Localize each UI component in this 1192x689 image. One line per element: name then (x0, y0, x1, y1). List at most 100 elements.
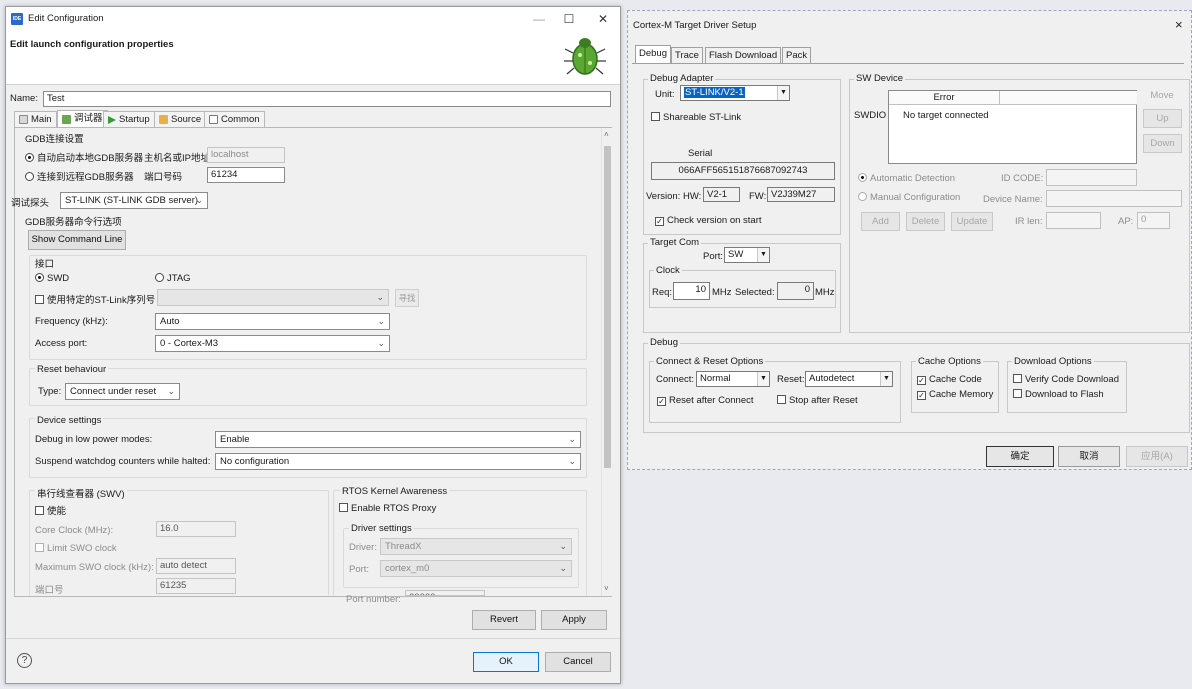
unit-select[interactable]: ST-LINK/V2-1 ▼ (680, 85, 790, 101)
rtos-proxy-checkbox[interactable]: Enable RTOS Proxy (339, 503, 436, 514)
scroll-down-icon[interactable]: ˅ (604, 584, 609, 593)
tab-label: Main (31, 113, 52, 125)
checkbox-box (35, 506, 44, 515)
frequency-select[interactable]: Auto ⌄ (155, 313, 390, 330)
left-titlebar: IDE Edit Configuration — ☐ ✕ (6, 7, 620, 31)
maximize-icon[interactable]: ☐ (554, 9, 584, 29)
watchdog-select[interactable]: No configuration ⌄ (215, 453, 581, 470)
core-clock-field[interactable]: 16.0 (156, 521, 236, 537)
max-swo-field[interactable]: auto detect (156, 558, 236, 574)
swv-port-field[interactable]: 61235 (156, 578, 236, 594)
reset-select[interactable]: Autodetect ▼ (805, 371, 893, 387)
chevron-down-icon: ▼ (757, 372, 769, 386)
scroll-thumb[interactable] (604, 146, 611, 468)
cancel-button[interactable]: Cancel (545, 652, 611, 672)
unit-value: ST-LINK/V2-1 (684, 87, 745, 98)
add-button[interactable]: Add (861, 212, 900, 231)
swv-enable-checkbox[interactable]: 使能 (35, 503, 66, 517)
cache-memory-checkbox[interactable]: ✓ Cache Memory (917, 389, 993, 400)
tab-pack[interactable]: Pack (782, 47, 812, 64)
manual-config-radio[interactable]: Manual Configuration (858, 192, 960, 203)
req-field[interactable]: 10 (673, 282, 710, 300)
stop-after-reset-checkbox[interactable]: Stop after Reset (777, 395, 858, 406)
reset-type-select[interactable]: Connect under reset ⌄ (65, 383, 180, 400)
auto-detect-radio[interactable]: Automatic Detection (858, 173, 955, 184)
col-error[interactable]: Error (889, 91, 1000, 105)
show-command-line-button[interactable]: Show Command Line (28, 230, 126, 250)
help-icon[interactable]: ? (17, 653, 32, 668)
tab-debug[interactable]: Debug (635, 45, 671, 64)
req-mhz-label: MHz (712, 287, 732, 298)
chevron-down-icon: ▼ (757, 248, 769, 262)
serial-field: 066AFF565151876687092743 (651, 162, 835, 180)
low-power-value: Enable (220, 434, 250, 445)
delete-button[interactable]: Delete (906, 212, 945, 231)
close-icon[interactable]: ✕ (588, 9, 618, 29)
probe-select[interactable]: ST-LINK (ST-LINK GDB server) ⌄ (60, 192, 208, 209)
scroll-up-icon[interactable]: ˄ (604, 130, 609, 139)
chevron-down-icon: ⌄ (195, 195, 203, 205)
driver-select[interactable]: ThreadX ⌄ (380, 538, 572, 555)
selected-mhz-label: MHz (815, 287, 835, 298)
jtag-radio[interactable]: JTAG (155, 273, 191, 284)
table-row: No target connected (903, 110, 989, 121)
auto-start-label: 自动启动本地GDB服务器 (37, 153, 144, 164)
cancel-button[interactable]: 取消 (1058, 446, 1120, 467)
close-icon[interactable]: × (1175, 17, 1183, 32)
check-version-checkbox[interactable]: ✓ Check version on start (655, 215, 762, 226)
tab-startup[interactable]: Startup (103, 111, 155, 127)
access-port-select[interactable]: 0 - Cortex-M3 ⌄ (155, 335, 390, 352)
tab-trace[interactable]: Trace (671, 47, 703, 64)
device-name-field[interactable] (1046, 190, 1182, 207)
req-label: Req: (652, 287, 673, 298)
sw-device-table[interactable]: Error No target connected (888, 90, 1137, 164)
tab-main[interactable]: Main (14, 111, 57, 127)
connect-select[interactable]: Normal ▼ (696, 371, 770, 387)
target-port-select[interactable]: SW ▼ (724, 247, 770, 263)
id-code-field[interactable] (1046, 169, 1137, 186)
common-tab-icon (209, 115, 218, 124)
port-field[interactable]: 61234 (207, 167, 285, 183)
port-number-field[interactable]: 60000 (405, 590, 485, 596)
tab-debugger[interactable]: 调试器 (57, 110, 108, 127)
verify-code-checkbox[interactable]: Verify Code Download (1013, 374, 1125, 385)
apply-button[interactable]: 应用(A) (1126, 446, 1188, 467)
low-power-select[interactable]: Enable ⌄ (215, 431, 581, 448)
update-button[interactable]: Update (951, 212, 993, 231)
ap-field[interactable]: 0 (1137, 212, 1170, 229)
auto-start-radio[interactable]: 自动启动本地GDB服务器 (25, 150, 143, 164)
down-button[interactable]: Down (1143, 134, 1182, 153)
up-button[interactable]: Up (1143, 109, 1182, 128)
download-flash-checkbox[interactable]: Download to Flash (1013, 389, 1104, 400)
ide-app-icon: IDE (11, 13, 23, 25)
ok-button[interactable]: OK (473, 652, 539, 672)
remote-radio[interactable]: 连接到远程GDB服务器 (25, 169, 134, 183)
shareable-label: Shareable ST-Link (663, 112, 742, 123)
apply-button[interactable]: Apply (541, 610, 607, 630)
tab-source[interactable]: Source (154, 111, 207, 127)
device-settings-title: Device settings (35, 415, 104, 426)
ok-button[interactable]: 确定 (986, 446, 1054, 467)
use-specific-stlink-label: 使用特定的ST-Link序列号 (47, 295, 156, 306)
swv-port-label: 端口号 (35, 585, 64, 596)
revert-button[interactable]: Revert (472, 610, 536, 630)
tab-flash-download[interactable]: Flash Download (705, 47, 782, 64)
chevron-down-icon: ⌄ (568, 434, 576, 444)
swd-radio[interactable]: SWD (35, 273, 69, 284)
shareable-checkbox[interactable]: Shareable ST-Link (651, 112, 741, 123)
tab-label: Source (171, 113, 202, 125)
swd-label: SWD (47, 273, 70, 284)
use-specific-stlink-checkbox[interactable]: 使用特定的ST-Link序列号 (35, 292, 155, 306)
name-field[interactable]: Test (43, 91, 611, 107)
ir-len-field[interactable] (1046, 212, 1101, 229)
tab-common[interactable]: Common (204, 111, 265, 127)
stlink-serial-select[interactable]: ⌄ (157, 289, 389, 306)
host-field[interactable]: localhost (207, 147, 285, 163)
minimize-icon[interactable]: — (524, 9, 554, 29)
limit-swo-checkbox[interactable]: Limit SWO clock (35, 543, 117, 554)
reset-after-connect-checkbox[interactable]: ✓ Reset after Connect (657, 395, 754, 406)
rtos-port-select[interactable]: cortex_m0 ⌄ (380, 560, 572, 577)
panel-scrollbar[interactable]: ˄ ˅ (601, 128, 612, 596)
cache-code-checkbox[interactable]: ✓ Cache Code (917, 374, 982, 385)
scan-button[interactable]: 寻找 (395, 289, 419, 307)
